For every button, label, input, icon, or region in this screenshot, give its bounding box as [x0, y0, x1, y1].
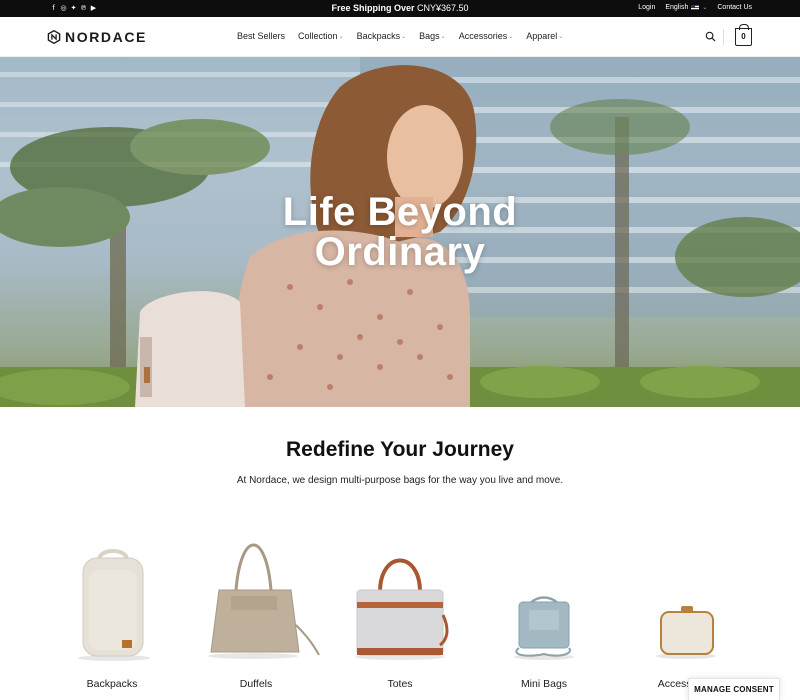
category-label: Duffels: [239, 678, 273, 690]
announcement-bar: f ◎ ✦ ℗ ▶ Free Shipping Over CNY¥367.50 …: [0, 0, 800, 17]
backpack-image: [78, 549, 150, 661]
category-mini-bags[interactable]: Mini Bags: [479, 530, 609, 700]
hero-banner: Life Beyond Ordinary: [0, 57, 800, 407]
nav-label: Accessories: [458, 31, 508, 41]
category-label: Backpacks: [86, 678, 138, 690]
top-links: Login English ⌄ Contact Us: [638, 4, 752, 11]
login-link[interactable]: Login: [638, 4, 655, 11]
chevron-down-icon: ⌄: [702, 5, 708, 11]
category-label: Totes: [387, 678, 413, 690]
category-backpacks[interactable]: Backpacks: [47, 530, 177, 700]
hero-headline: Life Beyond Ordinary: [0, 192, 800, 272]
language-label: English: [665, 4, 689, 11]
us-flag-icon: [691, 5, 700, 10]
hero-line-1: Life Beyond: [282, 190, 518, 234]
nav-label: Bags: [419, 31, 440, 41]
accessories-image: [656, 606, 716, 659]
nav-label: Best Sellers: [237, 31, 286, 41]
nav-bags[interactable]: Bags ⌄: [419, 31, 446, 41]
category-label: Mini Bags: [520, 678, 568, 690]
section-title: Redefine Your Journey: [286, 438, 514, 461]
search-icon[interactable]: [705, 31, 716, 42]
chevron-down-icon: ⌄: [338, 33, 344, 40]
nav-label: Apparel: [526, 31, 558, 41]
nav-collection[interactable]: Collection ⌄: [298, 31, 344, 41]
nav-best-sellers[interactable]: Best Sellers: [237, 31, 285, 41]
nav-apparel[interactable]: Apparel ⌄: [526, 31, 563, 41]
cart-count: 0: [741, 32, 746, 41]
promo-text: Free Shipping Over: [331, 3, 415, 13]
category-totes[interactable]: Totes: [335, 530, 465, 700]
header-divider: [723, 29, 724, 45]
cart-button[interactable]: 0: [735, 24, 752, 46]
nav-accessories[interactable]: Accessories ⌄: [459, 31, 514, 41]
nav-label: Collection: [298, 31, 338, 41]
category-accessories[interactable]: Accessories: [621, 530, 751, 700]
logo-mark-icon: [47, 30, 61, 44]
tote-image: [355, 558, 449, 660]
logo[interactable]: NORDACE: [47, 29, 147, 45]
manage-consent-button[interactable]: MANAGE CONSENT: [688, 678, 780, 700]
nav-label: Backpacks: [356, 31, 401, 41]
language-selector[interactable]: English ⌄: [665, 4, 707, 11]
site-header: NORDACE Best Sellers Collection ⌄ Backpac…: [0, 17, 800, 57]
chevron-down-icon: ⌄: [558, 33, 564, 40]
chevron-down-icon: ⌄: [440, 33, 446, 40]
duffel-image: [208, 543, 320, 659]
main-nav: Best Sellers Collection ⌄ Backpacks ⌄ Bags…: [237, 31, 563, 41]
contact-us-link[interactable]: Contact Us: [717, 4, 752, 11]
mini-bag-image: [514, 596, 574, 660]
category-duffels[interactable]: Duffels: [191, 530, 321, 700]
section-subtitle: At Nordace, we design multi-purpose bags…: [236, 475, 564, 486]
chevron-down-icon: ⌄: [508, 33, 514, 40]
chevron-down-icon: ⌄: [401, 33, 407, 40]
nav-backpacks[interactable]: Backpacks ⌄: [357, 31, 407, 41]
logo-text: NORDACE: [65, 29, 147, 45]
promo-amount: CNY¥367.50: [414, 3, 469, 13]
hero-line-2: Ordinary: [314, 230, 486, 274]
